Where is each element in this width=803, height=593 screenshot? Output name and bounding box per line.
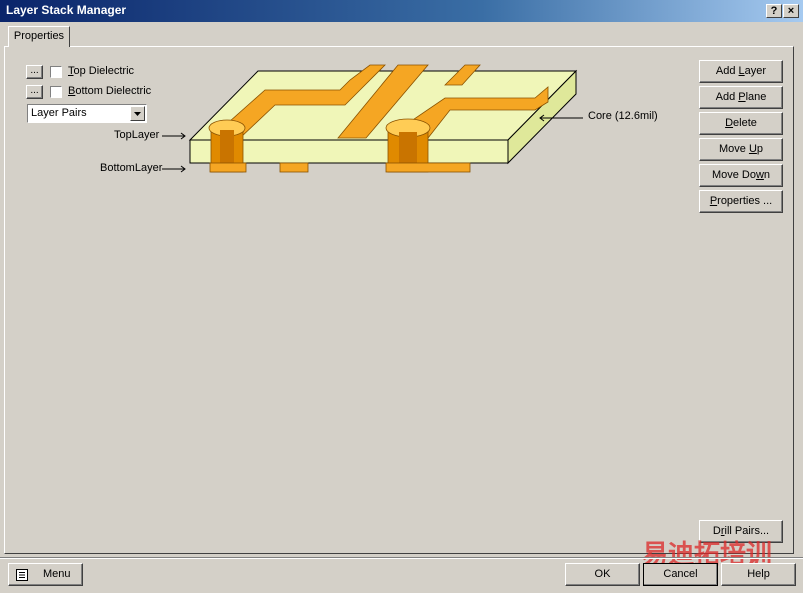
view-mode-value: Layer Pairs — [31, 107, 87, 119]
top-dielectric-options-button[interactable]: ... — [26, 65, 43, 79]
close-title-button[interactable]: × — [783, 4, 799, 18]
menu-icon — [16, 569, 28, 581]
top-dielectric-label: Top Dielectric — [68, 65, 135, 77]
properties-button[interactable]: Properties ... — [699, 190, 783, 213]
bottom-layer-arrow-icon — [162, 165, 186, 173]
top-dielectric-checkbox[interactable] — [50, 66, 62, 78]
add-layer-button[interactable]: Add Layer — [699, 60, 783, 83]
bottom-layer-label: BottomLayer — [100, 162, 163, 174]
core-arrow-icon — [539, 114, 583, 122]
bottom-copper-pad — [279, 162, 309, 173]
add-plane-button[interactable]: Add Plane — [699, 86, 783, 109]
move-down-button[interactable]: Move Down — [699, 164, 783, 187]
help-button[interactable]: Help — [721, 563, 796, 586]
window-title: Layer Stack Manager — [6, 3, 127, 17]
delete-button[interactable]: Delete — [699, 112, 783, 135]
dropdown-arrow-icon[interactable] — [130, 106, 145, 121]
move-up-button[interactable]: Move Up — [699, 138, 783, 161]
help-title-button[interactable]: ? — [766, 4, 782, 18]
bottom-dielectric-checkbox[interactable] — [50, 86, 62, 98]
view-mode-select[interactable]: Layer Pairs — [27, 104, 147, 123]
top-layer-label: TopLayer — [114, 129, 160, 141]
cancel-button[interactable]: Cancel — [643, 563, 718, 586]
bottom-dielectric-options-button[interactable]: ... — [26, 85, 43, 99]
menu-button[interactable]: Menu — [8, 563, 83, 586]
tab-properties[interactable]: Properties — [8, 26, 70, 47]
menu-button-label: Menu — [43, 568, 71, 580]
bottom-dielectric-label: Bottom Dielectric — [68, 85, 152, 97]
ok-button[interactable]: OK — [565, 563, 640, 586]
top-layer-arrow-icon — [162, 132, 186, 140]
footer-divider — [0, 557, 803, 559]
core-label: Core (12.6mil) — [588, 110, 658, 122]
